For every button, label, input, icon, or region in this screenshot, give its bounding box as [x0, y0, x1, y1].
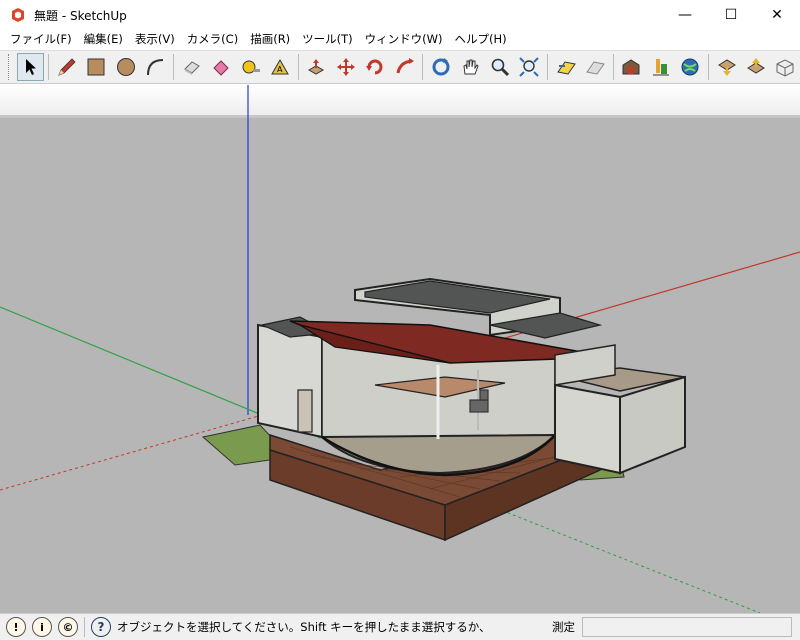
menu-file[interactable]: ファイル(F): [4, 30, 78, 49]
orbit-tool-button[interactable]: [427, 53, 454, 81]
left-doorway: [297, 389, 313, 433]
select-tool-button[interactable]: [16, 53, 45, 81]
get-models-button[interactable]: [742, 53, 769, 81]
hand-icon: [463, 59, 479, 75]
paint-bucket-tool-button[interactable]: [207, 53, 234, 81]
scene-canvas[interactable]: [0, 85, 800, 613]
status-message: オブジェクトを選択してください。Shift キーを押したまま選択するか、: [117, 620, 491, 634]
credits-icon[interactable]: i: [32, 617, 52, 637]
follow-me-icon: [396, 58, 414, 74]
arc-icon: [147, 59, 164, 76]
svg-text:A: A: [277, 65, 283, 74]
measurements-input[interactable]: [582, 617, 792, 637]
rotate-tool-button[interactable]: [361, 53, 388, 81]
menu-bar: ファイル(F) 編集(E) 表示(V) カメラ(C) 描画(R) ツール(T) …: [0, 30, 800, 49]
push-pull-tool-button[interactable]: [303, 53, 330, 81]
title-bar: 無題 - SketchUp — ☐ ✕: [0, 0, 800, 30]
status-bar: ! i © ? オブジェクトを選択してください。Shift キーを押したまま選択…: [0, 613, 800, 640]
eraser-tool-button[interactable]: [178, 53, 205, 81]
rotate-icon: [366, 59, 383, 75]
tape-measure-tool-button[interactable]: [237, 53, 264, 81]
menu-camera[interactable]: カメラ(C): [181, 30, 245, 49]
text-icon: A: [271, 58, 289, 75]
close-button[interactable]: ✕: [754, 0, 800, 30]
copyright-icon[interactable]: ©: [58, 617, 78, 637]
eraser-icon: [183, 61, 200, 75]
annex-front-wall: [554, 383, 621, 475]
minimize-button[interactable]: —: [662, 0, 708, 30]
menu-edit[interactable]: 編集(E): [78, 30, 129, 49]
circle-tool-button[interactable]: [112, 53, 139, 81]
text-tool-button[interactable]: A: [266, 53, 293, 81]
extension-warehouse-button[interactable]: [647, 53, 674, 81]
rectangle-icon: [87, 58, 105, 76]
menu-draw[interactable]: 描画(R): [244, 30, 296, 49]
warehouse-icon: [622, 59, 640, 75]
rectangle-tool-button[interactable]: [83, 53, 110, 81]
download-model-icon: [746, 58, 765, 74]
menu-window[interactable]: ウィンドウ(W): [359, 30, 449, 49]
magnifier-icon: [491, 58, 509, 77]
help-icon[interactable]: ?: [91, 617, 111, 637]
pencil-tool-button[interactable]: [53, 53, 80, 81]
share-model-button[interactable]: [713, 53, 740, 81]
previous-view-tool-button[interactable]: [552, 53, 579, 81]
paint-bucket-icon: [213, 60, 229, 76]
push-pull-icon: [308, 59, 325, 75]
layout-button[interactable]: [772, 53, 799, 81]
previous-view-icon: [556, 61, 576, 75]
zoom-extents-tool-button[interactable]: [515, 53, 542, 81]
geo-info-icon[interactable]: !: [6, 617, 26, 637]
maximize-button[interactable]: ☐: [708, 0, 754, 30]
extension-icon: [652, 59, 669, 76]
sketchup-logo-icon: [12, 8, 24, 22]
arrow-cursor-icon: [25, 59, 36, 75]
measurements-label: 測定: [552, 620, 575, 634]
sky: [0, 85, 800, 115]
pan-tool-button[interactable]: [457, 53, 484, 81]
move-icon: [336, 58, 355, 76]
tape-measure-icon: [242, 60, 260, 74]
circle-icon: [116, 58, 135, 76]
zoom-tool-button[interactable]: [486, 53, 513, 81]
next-view-tool-button[interactable]: [581, 53, 608, 81]
geo-location-button[interactable]: [676, 53, 703, 81]
menu-view[interactable]: 表示(V): [129, 30, 181, 49]
horizon-line: [0, 115, 800, 118]
box-icon: [776, 59, 794, 77]
pencil-icon: [58, 58, 76, 76]
move-tool-button[interactable]: [332, 53, 359, 81]
menu-help[interactable]: ヘルプ(H): [449, 30, 513, 49]
arc-tool-button[interactable]: [142, 53, 169, 81]
main-toolbar: A: [0, 50, 800, 84]
next-view-icon: [586, 61, 605, 75]
orbit-icon: [432, 58, 450, 76]
menu-tools[interactable]: ツール(T): [296, 30, 359, 49]
toolbar-grip[interactable]: [8, 54, 12, 80]
follow-me-tool-button[interactable]: [391, 53, 418, 81]
window-title: 無題 - SketchUp: [34, 8, 127, 23]
zoom-extents-icon: [519, 57, 539, 77]
3d-warehouse-button[interactable]: [618, 53, 645, 81]
upload-model-icon: [717, 59, 736, 76]
model-viewport[interactable]: [0, 85, 800, 613]
globe-icon: [681, 58, 699, 76]
